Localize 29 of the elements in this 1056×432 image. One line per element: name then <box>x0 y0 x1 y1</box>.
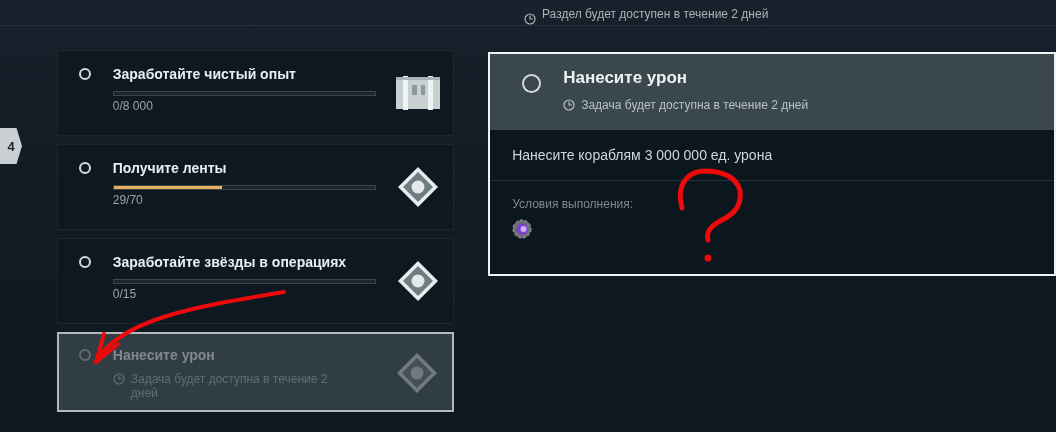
task-title: Заработайте чистый опыт <box>112 65 297 83</box>
progress-count: 0/15 <box>112 287 138 301</box>
status-circle-icon <box>78 162 91 174</box>
detail-title: Нанесите урон <box>563 68 689 88</box>
chest-icon <box>395 75 442 111</box>
diamond-icon <box>396 352 439 394</box>
clock-icon <box>563 99 576 111</box>
clock-icon <box>112 373 125 385</box>
task-title: Нанесите урон <box>112 346 216 364</box>
task-card[interactable]: Получите ленты 29/70 <box>56 144 455 230</box>
task-card[interactable]: Заработайте звёзды в операциях 0/15 <box>56 238 455 324</box>
diamond-icon <box>397 166 440 208</box>
status-circle-icon <box>78 256 91 268</box>
task-title: Заработайте звёзды в операциях <box>112 253 348 271</box>
progress-count: 29/70 <box>112 193 144 207</box>
diamond-icon <box>397 260 440 302</box>
stage-badge: 4 <box>0 128 22 164</box>
section-notice: Раздел будет доступен в течение 2 дней <box>542 7 769 21</box>
progress-count: 0/8 000 <box>112 99 154 113</box>
status-circle-icon <box>522 74 542 93</box>
gear-icon <box>512 219 533 239</box>
status-circle-icon <box>78 68 91 80</box>
task-description: Нанесите кораблям 3 000 000 ед. урона <box>512 147 773 163</box>
availability-note: Задача будет доступна в течение 2 дней <box>581 98 809 112</box>
task-title: Получите ленты <box>112 159 228 177</box>
status-circle-icon <box>78 349 91 361</box>
conditions-label: Условия выполнения: <box>512 197 635 211</box>
clock-icon <box>524 13 536 25</box>
task-card[interactable]: Заработайте чистый опыт 0/8 000 <box>56 50 455 136</box>
